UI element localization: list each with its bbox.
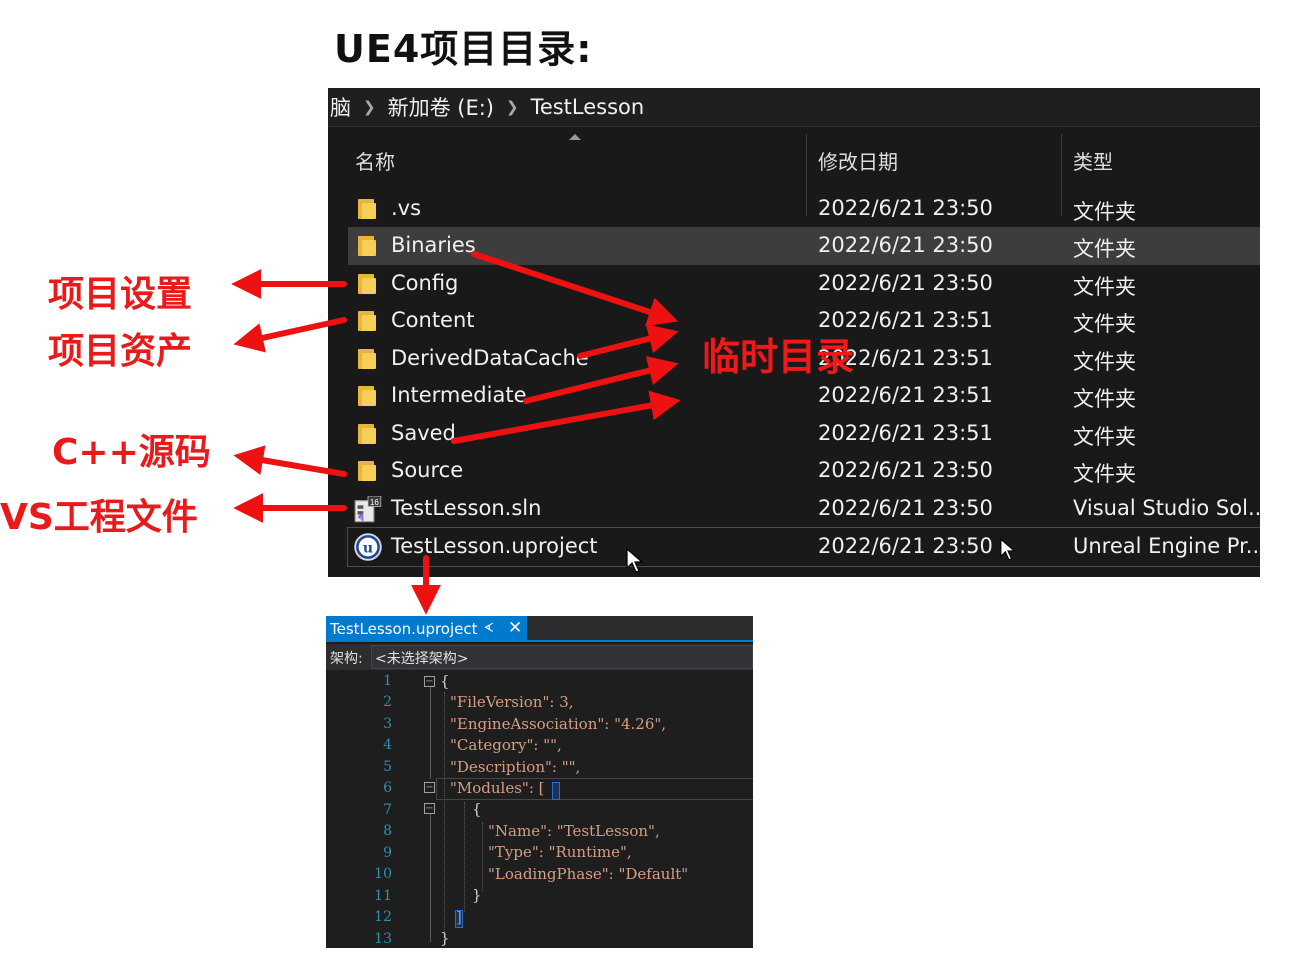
- arrow-saved: [451, 390, 681, 444]
- arrow-ddc: [577, 324, 679, 359]
- annotation-arrows: [231, 251, 681, 615]
- arrow-source: [233, 445, 347, 477]
- arrow-content: [233, 317, 347, 353]
- arrow-intermediate: [523, 356, 679, 404]
- arrow-binaries: [471, 251, 679, 327]
